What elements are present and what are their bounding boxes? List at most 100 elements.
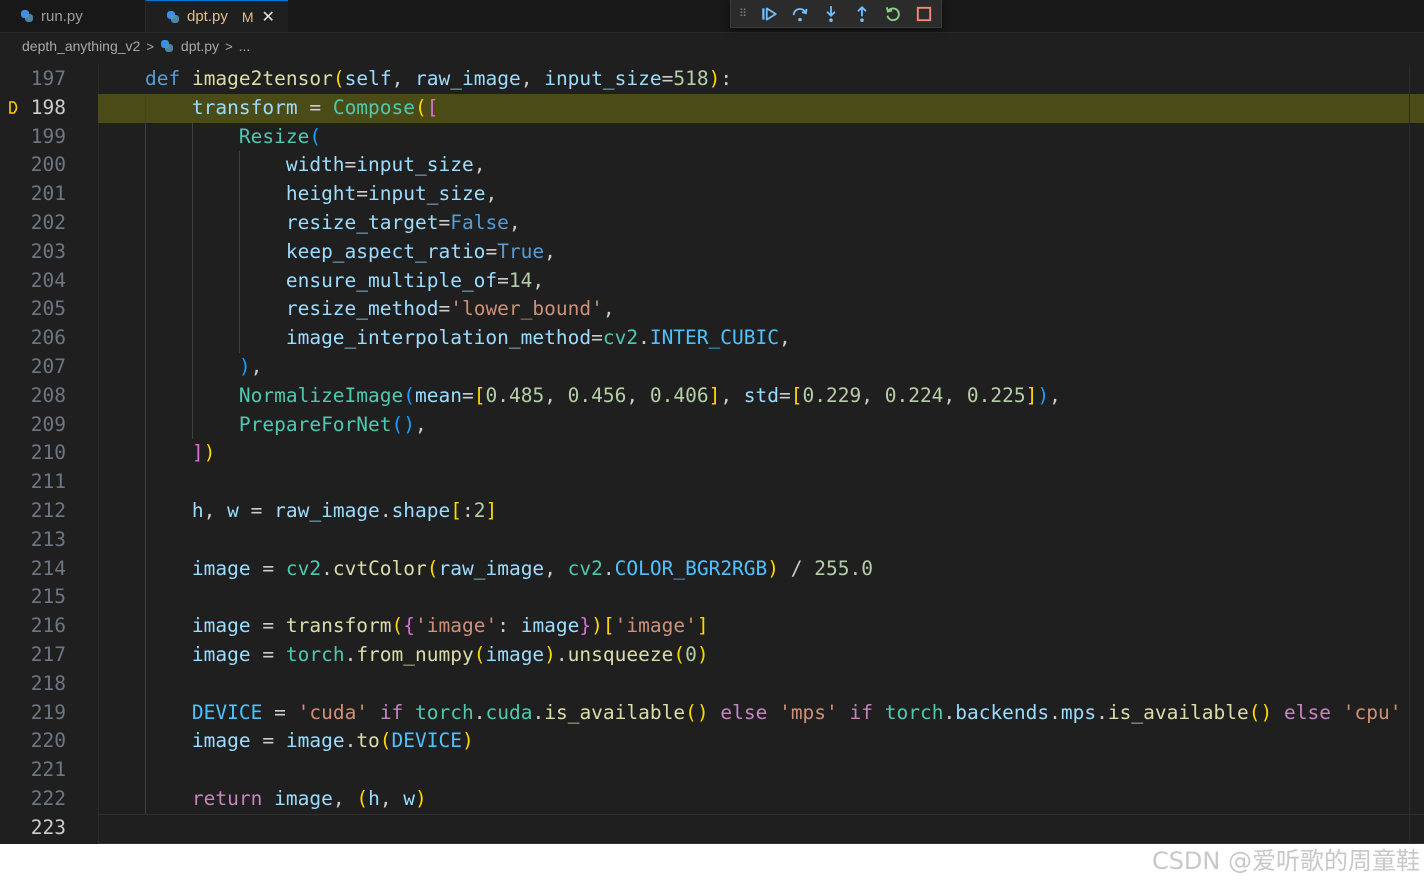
line-number[interactable]: 219 xyxy=(0,699,66,728)
code-line[interactable]: 205 resize_method='lower_bound', xyxy=(0,295,1424,324)
code-area[interactable]: 197 def image2tensor(self, raw_image, in… xyxy=(0,65,1424,843)
breadcrumb-symbol[interactable]: ... xyxy=(239,38,251,54)
line-text[interactable]: def image2tensor(self, raw_image, input_… xyxy=(98,65,732,94)
code-line[interactable]: 208 NormalizeImage(mean=[0.485, 0.456, 0… xyxy=(0,382,1424,411)
code-token: : xyxy=(720,67,733,90)
line-number[interactable]: 211 xyxy=(0,468,66,497)
line-number[interactable]: 202 xyxy=(0,209,66,238)
code-line[interactable]: 220 image = image.to(DEVICE) xyxy=(0,727,1424,756)
code-line[interactable]: 206 image_interpolation_method=cv2.INTER… xyxy=(0,324,1424,353)
line-number[interactable]: 199 xyxy=(0,123,66,152)
line-number[interactable]: 210 xyxy=(0,439,66,468)
code-line[interactable]: 210 ]) xyxy=(0,439,1424,468)
close-icon[interactable]: ✕ xyxy=(262,7,275,27)
line-text[interactable]: image = torch.from_numpy(image).unsqueez… xyxy=(98,641,709,670)
line-text[interactable]: NormalizeImage(mean=[0.485, 0.456, 0.406… xyxy=(98,382,1061,411)
line-number[interactable]: 217 xyxy=(0,641,66,670)
line-number[interactable]: 220 xyxy=(0,727,66,756)
line-number[interactable]: 205 xyxy=(0,295,66,324)
line-number[interactable]: 221 xyxy=(0,756,66,785)
breadcrumb-file[interactable]: dpt.py xyxy=(181,38,219,54)
code-line[interactable]: 212 h, w = raw_image.shape[:2] xyxy=(0,497,1424,526)
line-text[interactable]: width=input_size, xyxy=(98,151,486,180)
line-number[interactable]: 203 xyxy=(0,238,66,267)
code-line[interactable]: 222 return image, (h, w) xyxy=(0,785,1424,814)
line-number[interactable]: 212 xyxy=(0,497,66,526)
line-text[interactable]: height=input_size, xyxy=(98,180,497,209)
line-text[interactable]: keep_aspect_ratio=True, xyxy=(98,238,556,267)
code-line[interactable]: 215 xyxy=(0,583,1424,612)
line-text[interactable]: return image, (h, w) xyxy=(98,785,427,814)
code-line[interactable]: 201 height=input_size, xyxy=(0,180,1424,209)
code-token: 0.485 xyxy=(485,383,545,407)
tab-run-py[interactable]: run.py xyxy=(0,0,146,32)
step-out-button[interactable] xyxy=(846,2,877,26)
line-text[interactable]: ensure_multiple_of=14, xyxy=(98,267,544,296)
line-number[interactable]: 209 xyxy=(0,411,66,440)
code-line[interactable]: 223 xyxy=(0,814,1424,843)
line-text[interactable]: image = transform({'image': image})['ima… xyxy=(98,612,709,641)
line-number[interactable]: 213 xyxy=(0,526,66,555)
line-text[interactable]: Resize( xyxy=(98,123,321,152)
code-line[interactable]: 217 image = torch.from_numpy(image).unsq… xyxy=(0,641,1424,670)
code-editor[interactable]: run.py dpt.py M ✕ ⠿ depth_anything_v2 > … xyxy=(0,0,1424,844)
line-number[interactable]: 223 xyxy=(0,814,66,843)
code-line[interactable]: 218 xyxy=(0,670,1424,699)
line-text[interactable]: transform = Compose([ xyxy=(98,94,439,123)
code-line[interactable]: 221 xyxy=(0,756,1424,785)
code-line[interactable]: 199 Resize( xyxy=(0,123,1424,152)
breadcrumb-folder[interactable]: depth_anything_v2 xyxy=(22,38,140,54)
line-text[interactable]: PrepareForNet(), xyxy=(98,411,427,440)
code-line[interactable]: 203 keep_aspect_ratio=True, xyxy=(0,238,1424,267)
drag-handle-icon[interactable]: ⠿ xyxy=(739,7,753,20)
line-number[interactable]: 218 xyxy=(0,670,66,699)
step-into-button[interactable] xyxy=(815,2,846,26)
restart-button[interactable] xyxy=(877,2,908,26)
line-number[interactable]: 216 xyxy=(0,612,66,641)
code-line[interactable]: 213 xyxy=(0,526,1424,555)
line-text[interactable]: h, w = raw_image.shape[:2] xyxy=(98,497,497,526)
line-text[interactable]: image = cv2.cvtColor(raw_image, cv2.COLO… xyxy=(98,555,873,584)
line-text[interactable]: image_interpolation_method=cv2.INTER_CUB… xyxy=(98,324,791,353)
watermark: CSDN @爱听歌的周童鞋 xyxy=(1151,847,1420,875)
chevron-right-icon: > xyxy=(146,38,154,54)
line-number[interactable]: 222 xyxy=(0,785,66,814)
code-line[interactable]: 219 DEVICE = 'cuda' if torch.cuda.is_ava… xyxy=(0,699,1424,728)
code-token: = xyxy=(250,614,286,638)
line-number[interactable]: 197 xyxy=(0,65,66,94)
code-line[interactable]: 211 xyxy=(0,468,1424,497)
vertical-scrollbar[interactable] xyxy=(1409,65,1424,844)
line-text[interactable]: image = image.to(DEVICE) xyxy=(98,727,474,756)
line-number[interactable]: 204 xyxy=(0,267,66,296)
code-line[interactable]: 216 image = transform({'image': image})[… xyxy=(0,612,1424,641)
line-text[interactable]: resize_target=False, xyxy=(98,209,521,238)
code-token: [ xyxy=(473,383,486,407)
line-text[interactable]: resize_method='lower_bound', xyxy=(98,295,615,324)
code-line[interactable]: 198 transform = Compose([ xyxy=(0,93,1424,123)
line-text[interactable]: ]) xyxy=(98,439,216,468)
line-number[interactable]: 206 xyxy=(0,324,66,353)
line-text[interactable]: ), xyxy=(98,353,263,382)
breakpoint-current-icon[interactable] xyxy=(9,100,20,114)
code-line[interactable]: 200 width=input_size, xyxy=(0,151,1424,180)
step-over-button[interactable] xyxy=(784,2,815,26)
line-number[interactable]: 207 xyxy=(0,353,66,382)
code-line[interactable]: 204 ensure_multiple_of=14, xyxy=(0,267,1424,296)
code-line[interactable]: 202 resize_target=False, xyxy=(0,209,1424,238)
line-number[interactable]: 215 xyxy=(0,583,66,612)
code-line[interactable]: 209 PrepareForNet(), xyxy=(0,411,1424,440)
continue-button[interactable] xyxy=(753,2,784,26)
line-number[interactable]: 208 xyxy=(0,382,66,411)
code-line[interactable]: 214 image = cv2.cvtColor(raw_image, cv2.… xyxy=(0,555,1424,584)
line-number[interactable]: 214 xyxy=(0,555,66,584)
code-token: ) xyxy=(238,354,251,378)
line-number[interactable]: 200 xyxy=(0,151,66,180)
tab-dpt-py[interactable]: dpt.py M ✕ xyxy=(146,0,288,32)
line-number[interactable]: 201 xyxy=(0,180,66,209)
code-line[interactable]: 207 ), xyxy=(0,353,1424,382)
line-text[interactable]: DEVICE = 'cuda' if torch.cuda.is_availab… xyxy=(98,699,1402,728)
stop-button[interactable] xyxy=(908,2,939,26)
code-line[interactable]: 197 def image2tensor(self, raw_image, in… xyxy=(0,65,1424,94)
